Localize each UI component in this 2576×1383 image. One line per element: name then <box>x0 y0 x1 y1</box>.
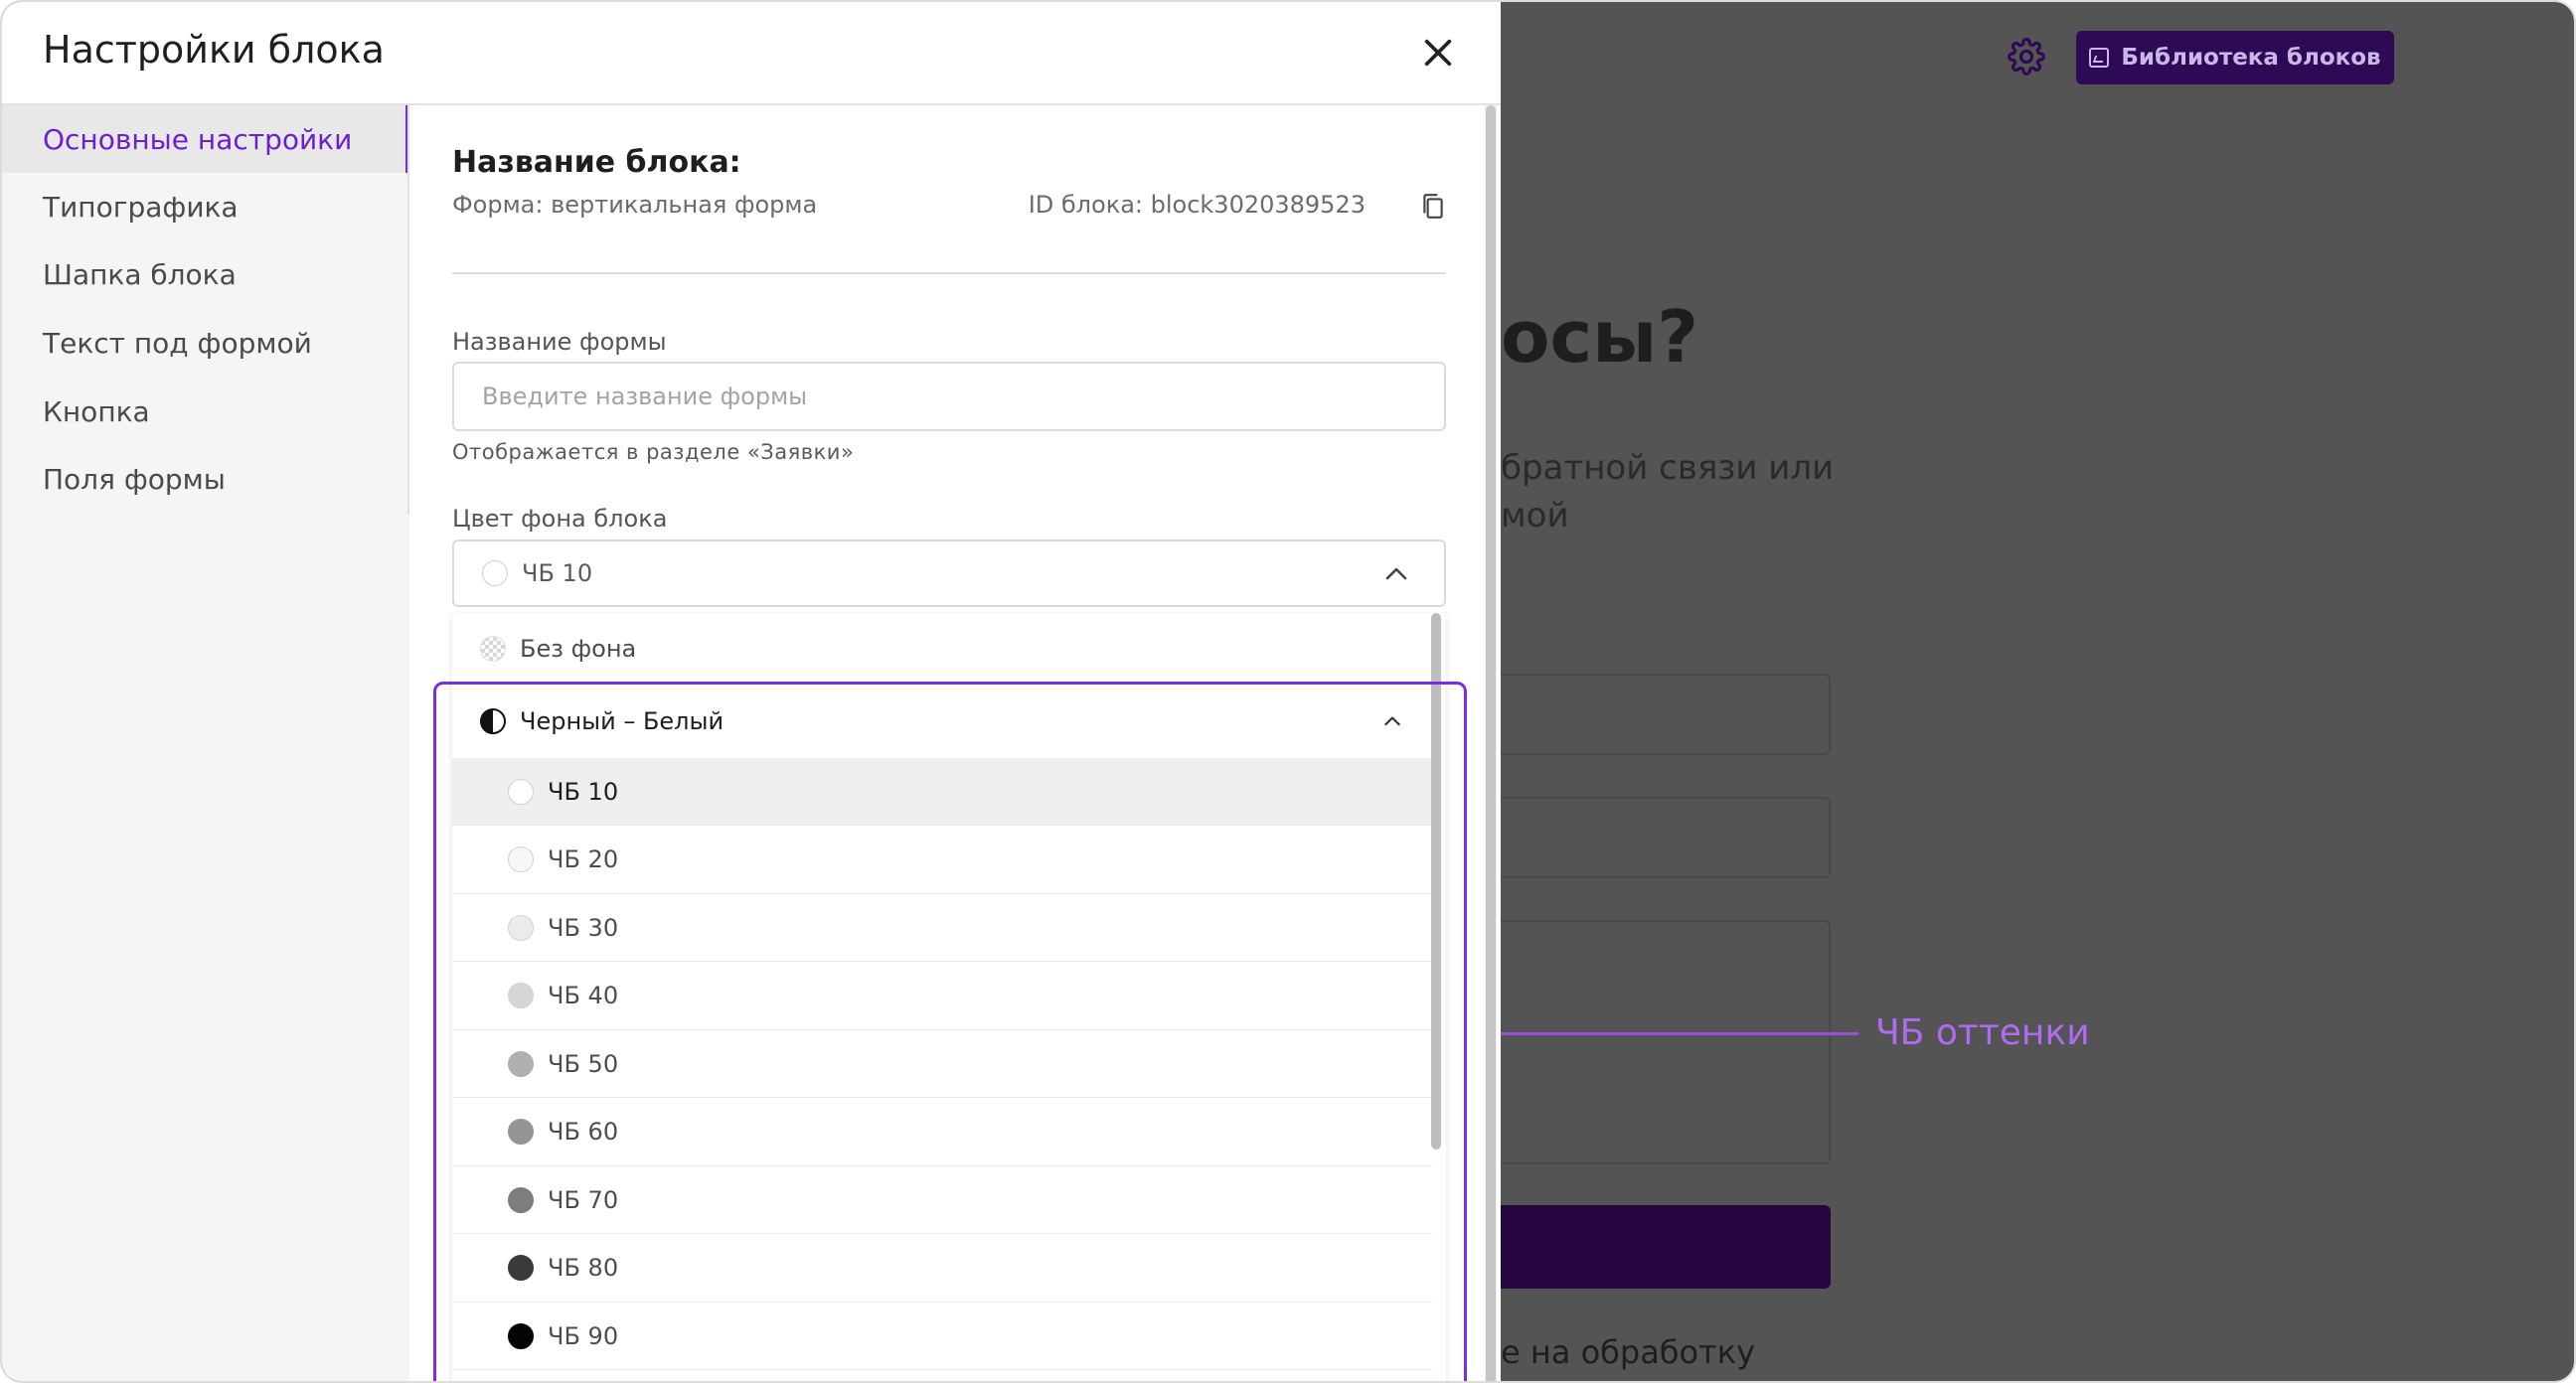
color-swatch-icon <box>508 1119 534 1145</box>
section-title: Название блока: <box>452 145 741 180</box>
color-swatch-icon <box>508 1322 534 1349</box>
sidebar-item-block-header[interactable]: Шапка блока <box>2 240 409 308</box>
dropdown-option-no-bg[interactable]: Без фона <box>452 613 1432 685</box>
block-library-button[interactable]: Библиотека блоков <box>2076 31 2394 84</box>
sidebar-item-typography[interactable]: Типографика <box>2 173 409 240</box>
form-name-input[interactable] <box>452 362 1446 431</box>
sidebar-item-basic-settings[interactable]: Основные настройки <box>2 105 409 173</box>
color-swatch-icon <box>508 1050 534 1077</box>
background-heading: осы? <box>1501 295 1699 379</box>
settings-content: Название блока: Форма: вертикальная форм… <box>409 105 1483 1381</box>
content-scrollbar[interactable] <box>1485 105 1497 1381</box>
bg-color-selected-value: ЧБ 10 <box>522 559 593 587</box>
dropdown-option-label: ЧБ 40 <box>548 982 619 1009</box>
dropdown-option[interactable]: ЧБ 40 <box>452 963 1432 1030</box>
background-form-field <box>1483 797 1831 878</box>
background-form-textarea <box>1483 920 1831 1164</box>
color-swatch-icon <box>508 914 534 941</box>
bg-color-dropdown: Без фона Черный – Белый ЧБ 10 ЧБ 20 ЧБ 30 Ч… <box>452 613 1446 1381</box>
copy-icon[interactable] <box>1420 193 1446 221</box>
dropdown-scrollbar[interactable] <box>1431 613 1441 1150</box>
color-swatch-icon <box>508 1186 534 1213</box>
background-form-field <box>1483 674 1831 755</box>
sidebar-item-button[interactable]: Кнопка <box>2 378 409 445</box>
dropdown-option[interactable]: ЧБ 80 <box>452 1235 1432 1303</box>
dropdown-group-black-white[interactable]: Черный – Белый <box>452 685 1432 758</box>
dropdown-option-label: ЧБ 80 <box>548 1254 619 1282</box>
dropdown-option-label: ЧБ 50 <box>548 1049 619 1078</box>
color-swatch-icon <box>508 778 534 805</box>
modal-title: Настройки блока <box>43 28 385 72</box>
sidebar-item-text-under-form[interactable]: Текст под формой <box>2 309 409 377</box>
dropdown-option-label: ЧБ 30 <box>548 913 619 942</box>
screen-frame: Библиотека блоков осы? братной связи или… <box>0 0 2576 1383</box>
color-swatch-icon <box>482 560 508 586</box>
dropdown-option-label: ЧБ 90 <box>548 1321 619 1350</box>
background-submit-button <box>1483 1205 1831 1289</box>
color-swatch-icon <box>508 1255 534 1281</box>
color-swatch-icon <box>508 846 534 872</box>
bg-color-label: Цвет фона блока <box>452 505 668 533</box>
dropdown-option[interactable]: ЧБ 70 <box>452 1166 1432 1234</box>
background-subtext: братной связи или мой <box>1501 444 1918 539</box>
form-type-label: Форма: вертикальная форма <box>452 191 818 219</box>
dropdown-group-label: Черный – Белый <box>520 707 724 735</box>
modal-header: Настройки блока <box>2 2 1501 105</box>
sidebar-item-form-fields[interactable]: Поля формы <box>2 445 409 513</box>
dropdown-option[interactable]: ЧБ 90 <box>452 1303 1432 1370</box>
form-name-hint: Отображается в разделе «Заявки» <box>452 440 855 464</box>
dropdown-option-label: ЧБ 10 <box>548 777 619 806</box>
header-divider <box>452 272 1446 274</box>
close-icon[interactable] <box>1421 36 1455 70</box>
half-circle-icon <box>480 708 506 734</box>
background-subtext-text: братной связи или мой <box>1501 448 1835 536</box>
dropdown-option-label: Без фона <box>520 635 637 663</box>
bg-color-select[interactable]: ЧБ 10 <box>452 539 1446 607</box>
chevron-up-icon <box>1384 716 1400 726</box>
annotation-line <box>1481 1032 1858 1035</box>
dropdown-option[interactable]: ЧБ 50 <box>452 1030 1432 1098</box>
chevron-up-icon <box>1385 567 1407 580</box>
color-swatch-icon <box>508 983 534 1008</box>
transparent-pattern-icon <box>480 636 506 662</box>
block-id-label: ID блока: block3020389523 <box>1028 191 1366 219</box>
dropdown-option[interactable]: ЧБ 10 <box>452 758 1432 826</box>
dropdown-option-label: ЧБ 70 <box>548 1185 619 1214</box>
annotation-label: ЧБ оттенки <box>1875 1012 2090 1053</box>
dropdown-option-label: ЧБ 60 <box>548 1118 619 1146</box>
dropdown-option[interactable]: ЧБ 30 <box>452 894 1432 962</box>
settings-sidebar: Основные настройки Типографика Шапка бло… <box>2 105 409 1381</box>
gear-icon[interactable] <box>2008 38 2045 76</box>
block-settings-modal: Настройки блока Основные настройки Типог… <box>2 2 1501 1381</box>
block-library-button-label: Библиотека блоков <box>2121 45 2381 71</box>
dropdown-option[interactable]: ЧБ 60 <box>452 1099 1432 1166</box>
dropdown-option[interactable]: ЧБ 20 <box>452 827 1432 894</box>
form-name-label: Название формы <box>452 328 667 356</box>
dropdown-option-label: ЧБ 20 <box>548 845 619 873</box>
background-consent-text: е на обработку <box>1501 1333 1756 1371</box>
image-icon <box>2089 48 2110 68</box>
